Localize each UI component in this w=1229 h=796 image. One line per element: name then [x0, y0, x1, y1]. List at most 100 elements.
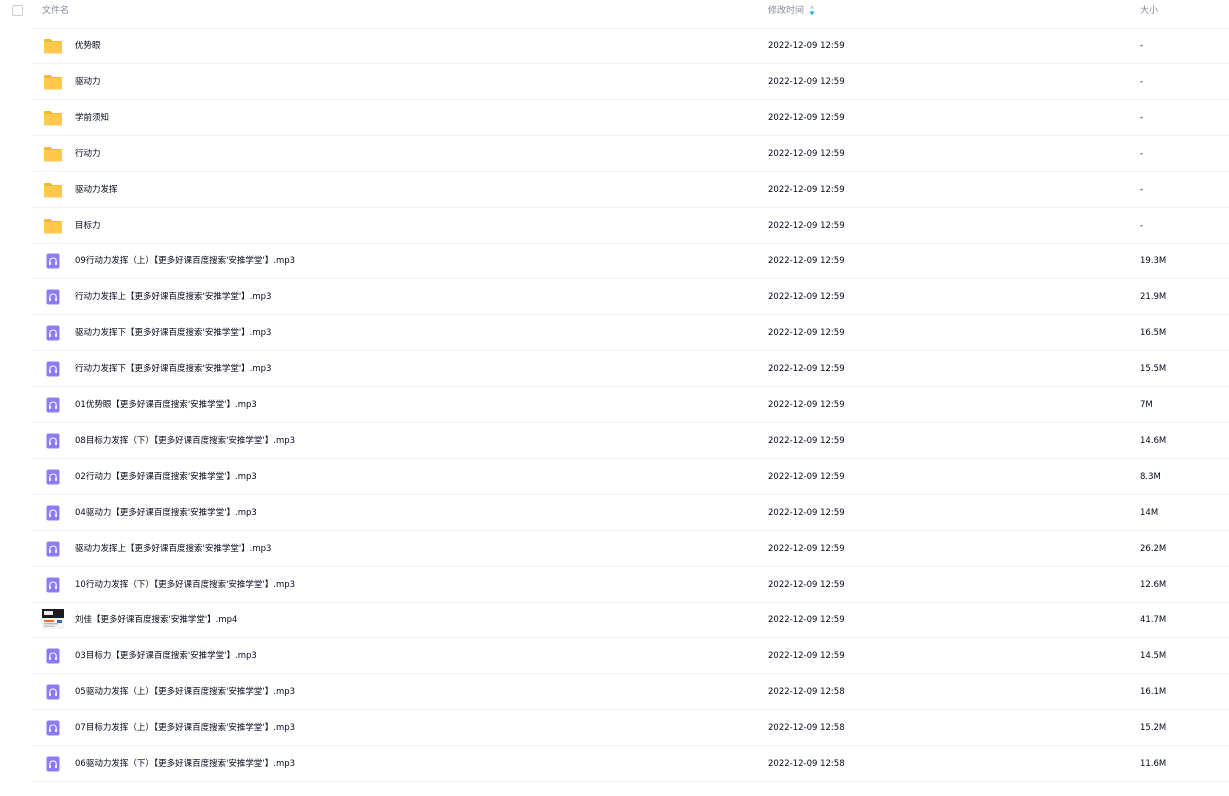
file-name[interactable]: 09行动力发挥（上）【更多好课百度搜索'安推学堂'】.mp3 [75, 255, 295, 267]
audio-file-icon [43, 683, 63, 701]
file-size: 15.5M [1140, 364, 1167, 375]
file-row[interactable]: 03目标力【更多好课百度搜索'安推学堂'】.mp3 2022-12-09 12:5… [0, 638, 1229, 675]
file-row[interactable]: 驱动力发挥上【更多好课百度搜索'安推学堂'】.mp3 2022-12-09 12:… [0, 531, 1229, 567]
folder-icon [43, 181, 63, 199]
file-list-header: 文件名 修改时间 大小 [0, 0, 1229, 24]
file-size: 15.2M [1140, 723, 1167, 734]
folder-icon [43, 109, 63, 127]
file-name[interactable]: 01优势眼【更多好课百度搜索'安推学堂'】.mp3 [75, 399, 257, 411]
file-name[interactable]: 目标力 [75, 220, 101, 232]
file-name[interactable]: 03目标力【更多好课百度搜索'安推学堂'】.mp3 [75, 650, 257, 662]
audio-file-icon [43, 540, 63, 558]
file-mtime: 2022-12-09 12:59 [768, 112, 845, 123]
file-size: - [1140, 112, 1144, 123]
file-size: 16.1M [1140, 687, 1167, 698]
file-row[interactable]: 优势眼 2022-12-09 12:59 - [0, 28, 1229, 64]
file-row[interactable]: 04驱动力【更多好课百度搜索'安推学堂'】.mp3 2022-12-09 12:5… [0, 495, 1229, 531]
audio-file-icon [43, 252, 63, 270]
file-mtime: 2022-12-09 12:59 [768, 507, 845, 518]
file-size: 16.5M [1140, 328, 1167, 339]
file-size: - [1140, 41, 1144, 51]
audio-file-icon [43, 288, 63, 306]
audio-file-icon [43, 504, 63, 522]
file-mtime: 2022-12-09 12:59 [768, 292, 845, 303]
audio-file-icon [43, 755, 63, 773]
file-mtime: 2022-12-09 12:59 [768, 41, 845, 51]
file-row[interactable]: 06驱动力发挥（下）【更多好课百度搜索'安推学堂'】.mp3 2022-12-09… [0, 746, 1229, 782]
file-row[interactable]: 10行动力发挥（下）【更多好课百度搜索'安推学堂'】.mp3 2022-12-09… [0, 567, 1229, 603]
audio-file-icon [43, 719, 63, 737]
column-header-name[interactable]: 文件名 [42, 5, 69, 17]
file-mtime: 2022-12-09 12:59 [768, 364, 845, 375]
file-row[interactable]: 02行动力【更多好课百度搜索'安推学堂'】.mp3 2022-12-09 12:5… [0, 459, 1229, 495]
column-header-mtime[interactable]: 修改时间 [768, 5, 804, 17]
file-name[interactable]: 驱动力发挥 [75, 184, 118, 196]
file-name[interactable]: 02行动力【更多好课百度搜索'安推学堂'】.mp3 [75, 471, 257, 483]
file-row[interactable]: 08目标力发挥（下）【更多好课百度搜索'安推学堂'】.mp3 2022-12-09… [0, 423, 1229, 459]
file-name[interactable]: 驱动力 [75, 76, 101, 88]
file-row[interactable]: 目标力 2022-12-09 12:59 - [0, 208, 1229, 244]
file-mtime: 2022-12-09 12:59 [768, 256, 845, 267]
file-name[interactable]: 优势眼 [75, 40, 101, 52]
file-size: 11.6M [1140, 759, 1167, 769]
file-size: - [1140, 220, 1144, 231]
file-mtime: 2022-12-09 12:59 [768, 328, 845, 339]
file-size: 26.2M [1140, 543, 1167, 554]
file-mtime: 2022-12-09 12:59 [768, 400, 845, 410]
file-row[interactable]: 07目标力发挥（上）【更多好课百度搜索'安推学堂'】.mp3 2022-12-09… [0, 710, 1229, 747]
file-name[interactable]: 学前须知 [75, 112, 109, 124]
file-size: 19.3M [1140, 256, 1167, 267]
file-mtime: 2022-12-09 12:59 [768, 579, 845, 590]
file-row[interactable]: 01优势眼【更多好课百度搜索'安推学堂'】.mp3 2022-12-09 12:5… [0, 387, 1229, 423]
row-divider [32, 781, 1229, 782]
file-row[interactable]: 行动力发挥上【更多好课百度搜索'安推学堂'】.mp3 2022-12-09 12:… [0, 279, 1229, 316]
file-name[interactable]: 07目标力发挥（上）【更多好课百度搜索'安推学堂'】.mp3 [75, 722, 295, 734]
folder-icon [43, 145, 63, 163]
file-name[interactable]: 行动力发挥下【更多好课百度搜索'安推学堂'】.mp3 [75, 363, 271, 375]
file-row[interactable]: 刘佳【更多好课百度搜索'安推学堂'】.mp4 2022-12-09 12:59 41… [0, 602, 1229, 639]
file-name[interactable]: 驱动力发挥下【更多好课百度搜索'安推学堂'】.mp3 [75, 327, 271, 339]
file-name[interactable]: 08目标力发挥（下）【更多好课百度搜索'安推学堂'】.mp3 [75, 435, 295, 447]
file-mtime: 2022-12-09 12:58 [768, 759, 845, 769]
file-name[interactable]: 06驱动力发挥（下）【更多好课百度搜索'安推学堂'】.mp3 [75, 758, 295, 770]
file-row[interactable]: 驱动力发挥下【更多好课百度搜索'安推学堂'】.mp3 2022-12-09 12:… [0, 315, 1229, 352]
file-mtime: 2022-12-09 12:59 [768, 184, 845, 195]
file-row[interactable]: 学前须知 2022-12-09 12:59 - [0, 100, 1229, 136]
file-name[interactable]: 刘佳【更多好课百度搜索'安推学堂'】.mp4 [75, 614, 237, 626]
file-name[interactable]: 驱动力发挥上【更多好课百度搜索'安推学堂'】.mp3 [75, 543, 271, 555]
folder-icon [43, 217, 63, 235]
file-size: 8.3M [1140, 471, 1161, 482]
file-mtime: 2022-12-09 12:59 [768, 471, 845, 482]
file-row[interactable]: 05驱动力发挥（上）【更多好课百度搜索'安推学堂'】.mp3 2022-12-09… [0, 674, 1229, 711]
file-mtime: 2022-12-09 12:58 [768, 723, 845, 734]
file-row[interactable]: 驱动力 2022-12-09 12:59 - [0, 64, 1229, 100]
file-size: 7M [1140, 400, 1153, 410]
file-mtime: 2022-12-09 12:59 [768, 435, 845, 446]
audio-file-icon [43, 647, 63, 665]
file-row[interactable]: 驱动力发挥 2022-12-09 12:59 - [0, 172, 1229, 208]
file-mtime: 2022-12-09 12:59 [768, 220, 845, 231]
file-name[interactable]: 04驱动力【更多好课百度搜索'安推学堂'】.mp3 [75, 507, 257, 519]
folder-icon [43, 73, 63, 91]
file-row[interactable]: 行动力发挥下【更多好课百度搜索'安推学堂'】.mp3 2022-12-09 12:… [0, 351, 1229, 388]
audio-file-icon [43, 468, 63, 486]
audio-file-icon [43, 396, 63, 414]
audio-file-icon [43, 432, 63, 450]
file-name[interactable]: 行动力 [75, 148, 101, 160]
sort-icon[interactable] [808, 4, 816, 16]
file-name[interactable]: 行动力发挥上【更多好课百度搜索'安推学堂'】.mp3 [75, 291, 271, 303]
file-size: 12.6M [1140, 579, 1167, 590]
audio-file-icon [43, 324, 63, 342]
file-size: 14.5M [1140, 651, 1167, 662]
column-header-size[interactable]: 大小 [1140, 5, 1158, 17]
file-mtime: 2022-12-09 12:59 [768, 76, 845, 87]
video-thumbnail-icon [42, 609, 64, 630]
select-all-checkbox[interactable] [12, 5, 23, 16]
file-name[interactable]: 10行动力发挥（下）【更多好课百度搜索'安推学堂'】.mp3 [75, 579, 295, 591]
file-size: - [1140, 148, 1144, 159]
file-row[interactable]: 行动力 2022-12-09 12:59 - [0, 136, 1229, 172]
folder-icon [43, 37, 63, 55]
file-name[interactable]: 05驱动力发挥（上）【更多好课百度搜索'安推学堂'】.mp3 [75, 686, 295, 698]
file-mtime: 2022-12-09 12:59 [768, 651, 845, 662]
file-row[interactable]: 09行动力发挥（上）【更多好课百度搜索'安推学堂'】.mp3 2022-12-09… [0, 243, 1229, 280]
